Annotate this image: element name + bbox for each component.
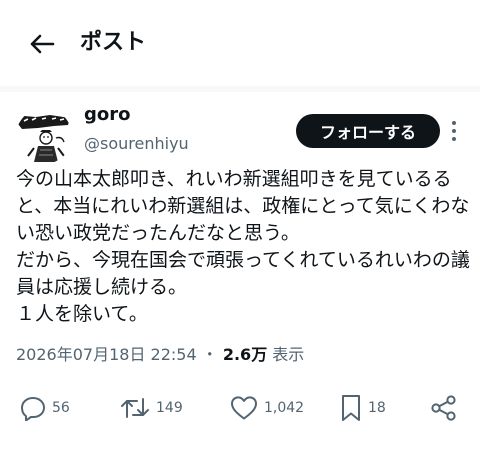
views-label: 表示: [272, 345, 305, 364]
meta-separator: ・: [201, 345, 218, 364]
header-divider: [0, 86, 480, 92]
bookmark-button[interactable]: 18: [340, 388, 386, 428]
share-button[interactable]: [430, 388, 458, 428]
author-display-name[interactable]: goro: [84, 103, 131, 127]
arrow-left-icon: [30, 34, 55, 54]
author-handle[interactable]: @sourenhiyu: [84, 133, 189, 155]
views-count: 2.6万: [222, 345, 268, 364]
repost-count: 149: [156, 400, 183, 416]
follow-button[interactable]: フォローする: [296, 114, 440, 148]
post-timestamp[interactable]: 2026年07月18日 22:54: [16, 345, 197, 364]
top-bar: ポスト: [0, 0, 480, 86]
reply-icon: [21, 397, 45, 421]
repost-button[interactable]: 149: [120, 388, 183, 428]
avatar[interactable]: [16, 108, 72, 164]
like-button[interactable]: 1,042: [230, 388, 304, 428]
more-vertical-icon: [452, 121, 456, 141]
avatar-illustration: [16, 108, 72, 164]
action-bar: 56 149 1,042 18: [0, 388, 480, 428]
page-title: ポスト: [80, 30, 147, 55]
back-button[interactable]: [22, 26, 62, 62]
reply-button[interactable]: 56: [20, 388, 70, 428]
share-icon: [431, 395, 456, 421]
bookmark-icon: [342, 395, 360, 421]
reply-count: 56: [52, 400, 70, 416]
heart-icon: [231, 396, 257, 420]
bookmark-count: 18: [368, 400, 386, 416]
more-button[interactable]: [446, 118, 462, 144]
repost-icon: [121, 398, 149, 418]
post-text: 今の山本太郎叩き、れいわ新選組叩きを見ているると、本当にれいわ新選組は、政権にと…: [16, 168, 470, 325]
post-meta: 2026年07月18日 22:54 ・ 2.6万 表示: [16, 344, 304, 366]
like-count: 1,042: [264, 400, 305, 416]
